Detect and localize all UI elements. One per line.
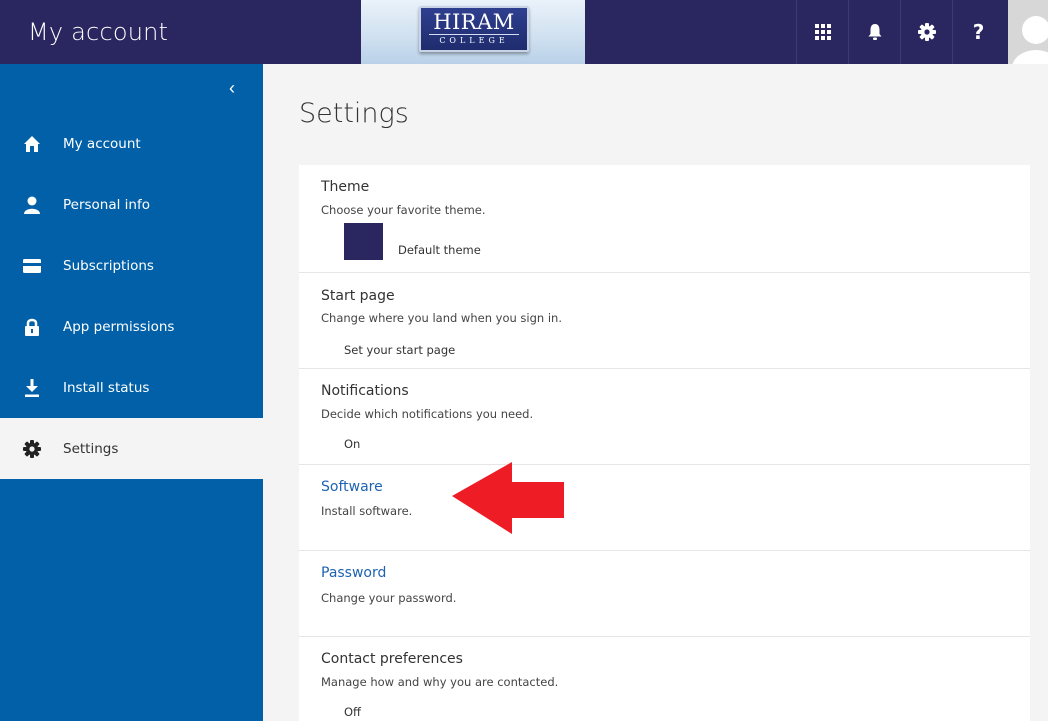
start-page-section: Start page Change where you land when yo… (299, 273, 1030, 369)
avatar[interactable] (1008, 0, 1048, 64)
sidebar-item-label: App permissions (63, 318, 175, 335)
top-bar: My account HIRAM COLLEGE ? (0, 0, 1048, 64)
logo-sub: COLLEGE (429, 34, 519, 47)
theme-section: Theme Choose your favorite theme. Defaul… (299, 165, 1030, 273)
sidebar-item-label: Personal info (63, 196, 150, 213)
sidebar: ‹ My account Personal info Subscriptions… (0, 64, 263, 721)
home-icon (22, 134, 42, 154)
contact-preferences-value[interactable]: Off (344, 705, 361, 719)
lock-icon (22, 317, 42, 337)
logo-name: HIRAM (433, 10, 515, 34)
notifications-section: Notifications Decide which notifications… (299, 369, 1030, 465)
notifications-title: Notifications (321, 383, 409, 399)
header-actions: ? (796, 0, 1004, 64)
page-title: Settings (299, 98, 409, 129)
sidebar-item-settings[interactable]: Settings (0, 418, 263, 479)
password-section: Password Change your password. (299, 551, 1030, 637)
start-page-title: Start page (321, 288, 395, 304)
notifications-value[interactable]: On (344, 437, 360, 451)
app-title[interactable]: My account (28, 18, 168, 46)
start-page-value[interactable]: Set your start page (344, 343, 455, 357)
software-description: Install software. (321, 504, 413, 518)
sidebar-item-my-account[interactable]: My account (0, 113, 263, 174)
sidebar-nav: My account Personal info Subscriptions A… (0, 113, 263, 479)
bell-icon[interactable] (848, 0, 900, 64)
card-icon (22, 256, 42, 276)
college-logo-banner: HIRAM COLLEGE (361, 0, 585, 64)
person-icon (22, 195, 42, 215)
contact-preferences-description: Manage how and why you are contacted. (321, 675, 559, 689)
gear-icon[interactable] (900, 0, 952, 64)
gear-icon (22, 439, 42, 459)
theme-description: Choose your favorite theme. (321, 203, 486, 217)
annotation-arrow-icon (452, 462, 564, 534)
password-link[interactable]: Password (321, 565, 386, 581)
download-icon (22, 378, 42, 398)
theme-value[interactable]: Default theme (398, 243, 481, 257)
collapse-sidebar-button[interactable]: ‹ (229, 78, 235, 99)
theme-swatch[interactable] (344, 223, 383, 260)
sidebar-item-label: Settings (63, 440, 119, 457)
help-icon[interactable]: ? (952, 0, 1004, 64)
contact-preferences-section: Contact preferences Manage how and why y… (299, 637, 1030, 721)
sidebar-item-app-permissions[interactable]: App permissions (0, 296, 263, 357)
software-section: Software Install software. (299, 465, 1030, 551)
contact-preferences-title: Contact preferences (321, 651, 463, 667)
sidebar-item-label: My account (63, 135, 141, 152)
sidebar-item-label: Install status (63, 379, 150, 396)
sidebar-item-subscriptions[interactable]: Subscriptions (0, 235, 263, 296)
app-launcher-icon[interactable] (796, 0, 848, 64)
password-description: Change your password. (321, 591, 457, 605)
notifications-description: Decide which notifications you need. (321, 407, 534, 421)
software-link[interactable]: Software (321, 479, 383, 495)
sidebar-item-label: Subscriptions (63, 257, 154, 274)
sidebar-item-install-status[interactable]: Install status (0, 357, 263, 418)
college-logo: HIRAM COLLEGE (419, 6, 529, 52)
theme-title: Theme (321, 179, 370, 195)
start-page-description: Change where you land when you sign in. (321, 311, 563, 325)
sidebar-item-personal-info[interactable]: Personal info (0, 174, 263, 235)
settings-panel: Theme Choose your favorite theme. Defaul… (299, 165, 1030, 721)
